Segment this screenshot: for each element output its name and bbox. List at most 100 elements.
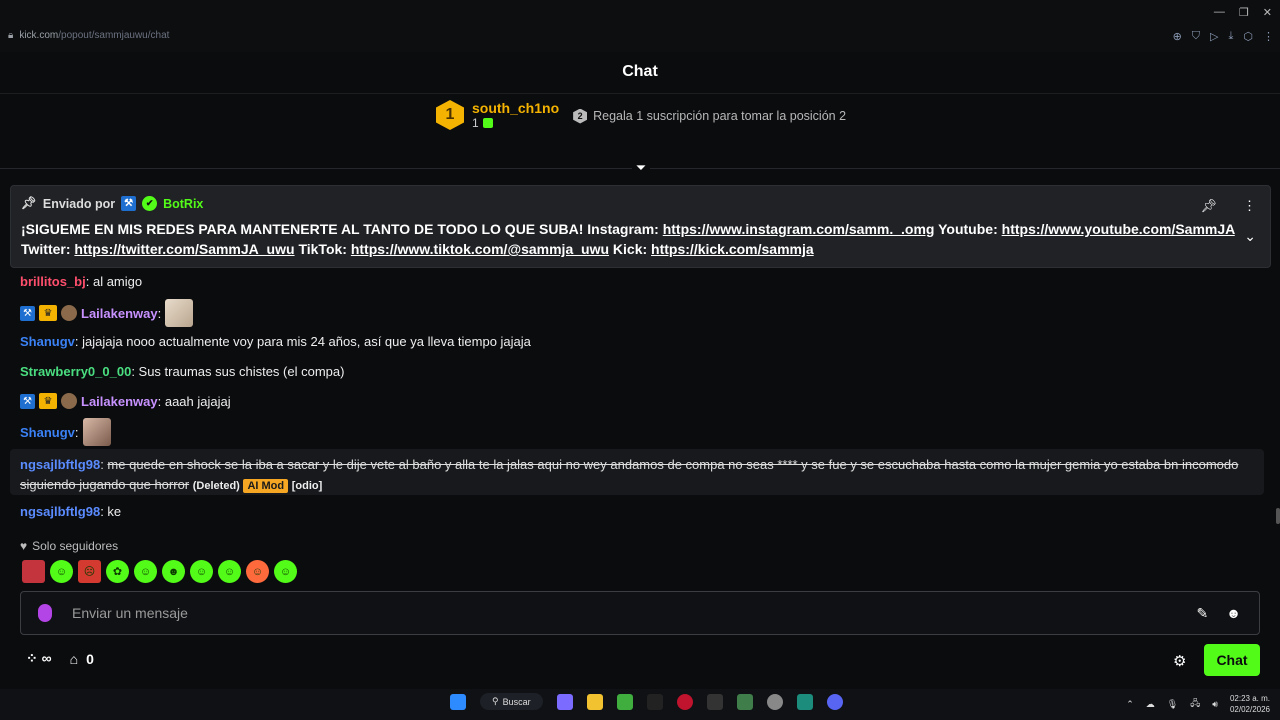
chat-text: : xyxy=(157,305,162,321)
heart-icon: ♥ xyxy=(20,539,28,553)
translate-icon[interactable]: ✎ xyxy=(1197,605,1209,622)
restore-icon[interactable]: ❐ xyxy=(1239,6,1249,19)
windows-start-icon[interactable] xyxy=(450,693,466,710)
mic-tray-icon[interactable]: 🎙︎ xyxy=(1167,699,1178,710)
emote-icon[interactable] xyxy=(22,560,45,583)
chevron-down-icon[interactable]: ⌄ xyxy=(1244,228,1256,245)
minecraft-icon[interactable] xyxy=(616,693,633,710)
pinned-text-5: Kick: xyxy=(609,241,652,257)
chat-message: ngsajlbftlg98: ke xyxy=(20,504,121,519)
browser-titlebar: 🔒︎ kick.com/popout/sammjauwu/chat — ❐ ✕ … xyxy=(0,0,1280,52)
send-icon[interactable]: ▷ xyxy=(1210,30,1218,43)
chevron-up-icon[interactable]: ⌃ xyxy=(1126,699,1134,710)
onedrive-icon[interactable]: ☁ xyxy=(1146,699,1155,710)
emoji-icon[interactable]: ☻ xyxy=(1226,605,1241,622)
more-icon[interactable]: ⋮ xyxy=(1243,198,1256,214)
app-icon[interactable] xyxy=(796,693,813,710)
chat-username[interactable]: Lailakenway xyxy=(81,306,158,321)
windows-taskbar: ⚲ Buscar ⌃ ☁ 🎙︎ 🖧︎ 🔊︎ 02:23 a. m. 02/02/2… xyxy=(0,689,1280,720)
ai-mod-badge: AI Mod xyxy=(243,479,289,493)
kick-link[interactable]: https://kick.com/sammja xyxy=(651,241,814,257)
close-icon[interactable]: ✕ xyxy=(1263,6,1272,19)
moderator-badge-icon: ⚒ xyxy=(20,305,35,321)
instagram-link[interactable]: https://www.instagram.com/samm._.omg xyxy=(663,221,935,237)
emote-icon[interactable]: ✿ xyxy=(106,560,129,583)
emote-icon[interactable]: ☹ xyxy=(78,560,101,583)
crown-badge-icon: ♛ xyxy=(39,305,57,321)
tiktok-icon[interactable] xyxy=(646,693,663,710)
chat-message: ⚒ ♛ Lailakenway: xyxy=(20,299,194,327)
pinned-text: ¡SIGUEME EN MIS REDES PARA MANTENERTE AL… xyxy=(21,219,1260,259)
chat-username[interactable]: Strawberry0_0_00 xyxy=(20,364,131,379)
chat-username[interactable]: ngsajlbftlg98 xyxy=(20,457,100,472)
verified-badge-icon: ✔ xyxy=(142,196,158,211)
tiktok-link[interactable]: https://www.tiktok.com/@sammja_uwu xyxy=(351,241,609,257)
moderator-badge-icon: ⚒ xyxy=(20,393,35,409)
unpin-icon[interactable]: 📌︎ xyxy=(1200,198,1217,214)
chat-username[interactable]: Lailakenway xyxy=(81,394,158,409)
browser-toolbar: ⊕ ⛉ ▷ ⤓ ⬡ ⋮ xyxy=(1173,30,1274,43)
chrome-icon[interactable] xyxy=(766,693,783,710)
minimize-icon[interactable]: — xyxy=(1214,6,1225,19)
clock-date: 02/02/2026 xyxy=(1229,705,1270,714)
url-bar[interactable]: 🔒︎ kick.com/popout/sammjauwu/chat xyxy=(8,30,169,41)
window-controls: — ❐ ✕ xyxy=(1214,6,1272,19)
pinned-message: 📌︎ Enviado por ⚒ ✔ BotRix ¡SIGUEME EN MI… xyxy=(10,185,1271,268)
emote-icon[interactable]: ☺ xyxy=(134,560,157,583)
pinned-label: Enviado por xyxy=(42,196,116,211)
leader-count-value: 1 xyxy=(472,116,479,130)
opera-icon[interactable] xyxy=(676,693,693,710)
chat-username[interactable]: Shanugv xyxy=(20,425,75,440)
next-position: 2 Regala 1 suscripción para tomar la pos… xyxy=(573,108,847,124)
download-icon[interactable]: ⤓ xyxy=(1229,30,1234,43)
chat-input-box: ✎ ☻ xyxy=(20,591,1260,635)
copilot-icon[interactable] xyxy=(556,693,573,710)
chat-message: ⚒ ♛ Lailakenway: aaah jajajaj xyxy=(20,393,231,409)
store-icon[interactable]: ⌂ xyxy=(70,651,78,667)
scrollbar[interactable] xyxy=(1276,508,1280,524)
youtube-link[interactable]: https://www.youtube.com/SammJA xyxy=(1002,221,1235,237)
chat-username[interactable]: ngsajlbftlg98 xyxy=(20,504,100,519)
chat-username[interactable]: Shanugv xyxy=(20,334,75,349)
zoom-icon[interactable]: ⊕ xyxy=(1173,30,1182,43)
send-chat-button[interactable]: Chat xyxy=(1204,644,1260,676)
menu-icon[interactable]: ⋮ xyxy=(1263,30,1274,43)
chat-message: brillitos_bj: al amigo xyxy=(20,274,142,289)
file-explorer-icon[interactable] xyxy=(586,693,603,710)
deleted-message: ngsajlbftlg98: me quede en shock se la i… xyxy=(20,457,1239,493)
app-icon[interactable] xyxy=(736,693,753,710)
chat-username[interactable]: brillitos_bj xyxy=(20,274,86,289)
discord-icon[interactable] xyxy=(826,693,843,710)
channel-points-icon[interactable]: ⁘ ∞ xyxy=(26,650,52,667)
network-icon[interactable]: 🖧︎ xyxy=(1190,696,1200,712)
emote-icon[interactable]: ☺ xyxy=(50,560,73,583)
emote-icon[interactable]: ☺ xyxy=(274,560,297,583)
twitter-link[interactable]: https://twitter.com/SammJA_uwu xyxy=(74,241,294,257)
capcut-icon[interactable] xyxy=(706,693,723,710)
next-position-text: Regala 1 suscripción para tomar la posic… xyxy=(593,109,847,123)
microphone-icon[interactable] xyxy=(38,604,52,622)
bear-badge-icon xyxy=(61,393,77,409)
pinned-author[interactable]: BotRix xyxy=(163,197,203,211)
chat-text: : Sus traumas sus chistes (el compa) xyxy=(131,364,345,379)
leader-name[interactable]: south_ch1no xyxy=(472,100,559,116)
gold-medal-icon: 1 xyxy=(436,100,464,130)
shield-icon[interactable]: ⛉ xyxy=(1192,30,1200,43)
bear-badge-icon xyxy=(61,305,77,321)
emote-icon[interactable]: ☺ xyxy=(246,560,269,583)
emote-icon[interactable]: ☺ xyxy=(218,560,241,583)
chat-message: Shanugv: xyxy=(20,418,111,446)
page-title: Chat xyxy=(622,63,658,80)
lock-icon: 🔒︎ xyxy=(8,30,14,41)
emote-icon[interactable]: ☻ xyxy=(162,560,185,583)
gear-icon[interactable]: ⚙ xyxy=(1173,652,1186,670)
clock[interactable]: 02:23 a. m. 02/02/2026 xyxy=(1230,693,1270,715)
collapse-icon[interactable]: ⏷ xyxy=(632,160,650,178)
extensions-icon[interactable]: ⬡ xyxy=(1243,30,1253,43)
volume-icon[interactable]: 🔊︎ xyxy=(1212,699,1218,710)
input-icons: ✎ ☻ xyxy=(1197,605,1241,622)
url-path: /popout/sammjauwu/chat xyxy=(58,30,170,41)
taskbar-search[interactable]: ⚲ Buscar xyxy=(480,693,543,710)
chat-input[interactable] xyxy=(72,605,1197,621)
emote-icon[interactable]: ☺ xyxy=(190,560,213,583)
